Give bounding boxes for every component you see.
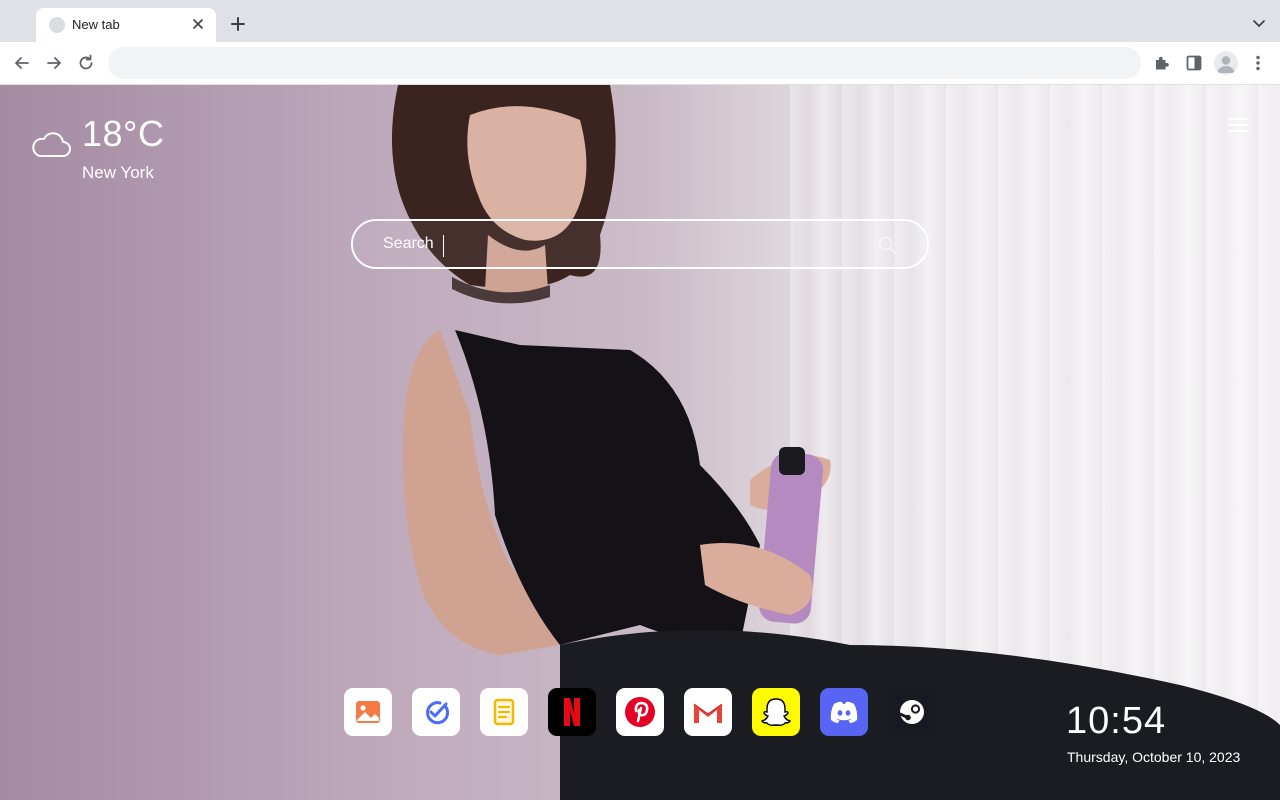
forward-arrow-icon[interactable] — [44, 53, 64, 73]
tab-strip: New tab — [0, 0, 1280, 42]
app-gmail[interactable] — [684, 688, 732, 736]
person-icon — [1217, 56, 1235, 73]
app-snapchat[interactable] — [752, 688, 800, 736]
search-icon[interactable] — [877, 235, 897, 255]
app-steam[interactable] — [888, 688, 936, 736]
back-arrow-icon[interactable] — [12, 53, 32, 73]
tab-title: New tab — [72, 17, 120, 32]
side-panel-icon[interactable] — [1184, 53, 1204, 73]
close-icon[interactable] — [190, 16, 206, 32]
check-circle-icon — [426, 701, 450, 725]
snapchat-icon — [760, 698, 792, 726]
image-icon — [356, 701, 380, 723]
clock-date: Thursday, October 10, 2023 — [1067, 749, 1241, 765]
kebab-menu-icon[interactable] — [1248, 53, 1268, 73]
profile-avatar[interactable] — [1214, 51, 1238, 75]
search-bar[interactable]: Search — [351, 219, 929, 269]
steam-icon — [898, 700, 924, 724]
gmail-icon — [693, 703, 723, 723]
clock-time: 10:54 — [1066, 700, 1167, 742]
browser-toolbar — [0, 42, 1280, 85]
new-tab-plus-icon[interactable] — [228, 14, 248, 34]
netflix-icon — [564, 698, 580, 726]
pinterest-icon — [625, 697, 655, 727]
weather-widget[interactable]: 18°C New York — [30, 113, 180, 183]
search-input[interactable]: Search — [383, 235, 434, 253]
app-pinterest[interactable] — [616, 688, 664, 736]
text-caret — [443, 235, 444, 257]
hamburger-menu-icon[interactable] — [1229, 117, 1249, 133]
cloud-icon — [32, 132, 71, 157]
address-bar[interactable] — [108, 47, 1141, 79]
globe-icon — [49, 17, 65, 33]
discord-icon — [830, 701, 858, 723]
reload-icon[interactable] — [76, 53, 96, 73]
app-netflix[interactable] — [548, 688, 596, 736]
app-photos[interactable] — [344, 688, 392, 736]
app-discord[interactable] — [820, 688, 868, 736]
new-tab-page: 18°C New York Search 10:54 Thursday, Oct… — [0, 85, 1280, 800]
weather-city: New York — [82, 163, 154, 182]
chevron-down-icon[interactable] — [1252, 16, 1266, 30]
app-notes[interactable] — [480, 688, 528, 736]
temperature: 18°C — [82, 113, 165, 154]
tab-new-tab[interactable]: New tab — [36, 8, 216, 42]
extensions-puzzle-icon[interactable] — [1152, 53, 1172, 73]
notes-icon — [493, 698, 515, 726]
app-tasks[interactable] — [412, 688, 460, 736]
